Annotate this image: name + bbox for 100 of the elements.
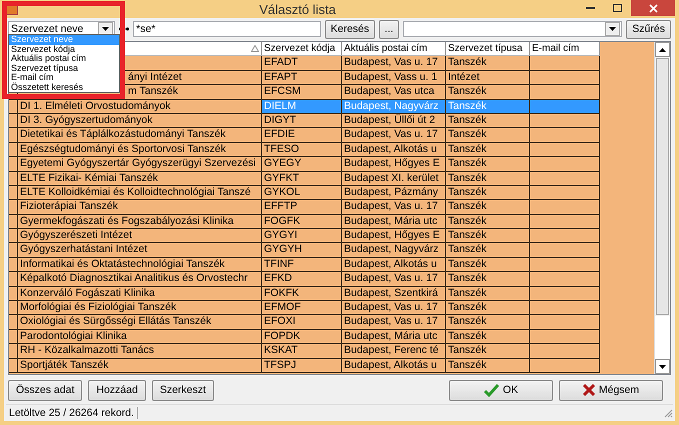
arrow-up-icon[interactable] — [659, 48, 666, 52]
table-cell: Tanszék — [446, 258, 530, 272]
row-header[interactable] — [9, 330, 18, 344]
table-cell: EFMOF — [262, 301, 342, 316]
table-cell: GYGYH — [262, 243, 342, 258]
column-header[interactable]: Aktuális postai cím — [342, 42, 446, 56]
table-cell: Intézet — [446, 70, 530, 86]
search-button[interactable]: Keresés — [324, 20, 376, 38]
table-cell — [530, 214, 600, 230]
row-header[interactable] — [9, 172, 18, 186]
table-cell — [530, 186, 600, 200]
filter-button[interactable]: Szűrés — [626, 20, 671, 38]
table-cell: TFESO — [262, 142, 342, 158]
table-cell: Tanszék — [446, 214, 530, 230]
table-cell: Képalkotó Diagnosztikai Analitikus és Orvostechr — [18, 272, 262, 287]
table-cell: Tanszék — [446, 186, 530, 200]
table-cell: Budapest, Hőgyes E — [342, 229, 446, 244]
table-cell: Gyermekfogászati és Fogszabályozási Klinika — [18, 214, 262, 230]
table-cell: Tanszék — [446, 243, 530, 258]
table-cell: Budapest, Alkotás u — [342, 142, 446, 158]
action-button[interactable]: Összes adat — [8, 380, 82, 400]
dropdown-option[interactable]: Aktuális postai cím — [9, 54, 119, 64]
table-cell: Morfológiai és Fiziológiai Tanszék — [18, 301, 262, 316]
row-header[interactable] — [9, 128, 18, 143]
dropdown-option[interactable]: Szervezet kódja — [9, 44, 119, 54]
table-cell: DI 1. Elméleti Orvostudományok — [18, 100, 262, 114]
cross-icon — [582, 384, 595, 396]
resize-grip-icon — [663, 408, 673, 418]
table-cell: Budapest, Mária utc — [342, 214, 446, 230]
table-cell: ELTE Kolloidkémiai és Kolloidtechnológiai Tanszé — [18, 186, 262, 200]
column-header[interactable]: Szervezet kódja — [262, 42, 342, 56]
ok-button[interactable]: OK — [449, 380, 553, 400]
column-header[interactable]: E-mail cím — [530, 42, 600, 56]
caret-icon — [609, 27, 616, 31]
row-header[interactable] — [9, 258, 18, 272]
table-cell: GYGYI — [262, 229, 342, 244]
table-cell — [530, 315, 600, 330]
table-cell: FOKFK — [262, 286, 342, 302]
table-cell — [530, 157, 600, 172]
table-cell: EFOXI — [262, 315, 342, 330]
table-cell: DI 3. Gyógyszertudományok — [18, 114, 262, 128]
row-header[interactable] — [9, 157, 18, 172]
row-header[interactable] — [9, 186, 18, 200]
row-header[interactable] — [9, 100, 18, 114]
row-header[interactable] — [9, 229, 18, 244]
row-header[interactable] — [9, 142, 18, 158]
browse-button[interactable]: ... — [379, 20, 399, 38]
row-header[interactable] — [9, 114, 18, 128]
table-cell: Budapest, Nagyvárz — [342, 100, 446, 114]
table-cell — [530, 128, 600, 143]
table-cell: Tanszék — [446, 200, 530, 215]
table-cell: Budapest XI. kerület — [342, 172, 446, 186]
row-header[interactable] — [9, 358, 18, 373]
table-cell: Tanszék — [446, 358, 530, 373]
dropdown-option[interactable]: Szervezet típusa — [9, 64, 119, 73]
action-button[interactable]: Hozzáad — [88, 380, 146, 400]
table-cell — [530, 330, 600, 344]
maximize-icon — [612, 4, 622, 12]
close-button[interactable] — [631, 0, 675, 16]
table-cell: Konzerváló Fogászati Klinika — [18, 286, 262, 302]
arrow-down-icon[interactable] — [659, 364, 666, 368]
close-icon — [648, 4, 658, 12]
table-cell — [530, 142, 600, 158]
cancel-button[interactable]: Mégsem — [559, 380, 663, 400]
table-cell: Budapest, Pázmány — [342, 186, 446, 200]
row-header[interactable] — [9, 344, 18, 359]
table-cell — [530, 200, 600, 215]
table-cell: Gyógyszerhatástani Intézet — [18, 243, 262, 258]
table-cell: Budapest, Alkotás u — [342, 258, 446, 272]
checkmark-icon — [484, 384, 499, 396]
table-cell: Budapest, Üllői út 2 — [342, 114, 446, 128]
table-cell — [530, 229, 600, 244]
table-cell: Budapest, Vas u. 17 — [342, 315, 446, 330]
table-cell: Budapest, Vas u. 17 — [342, 272, 446, 287]
table-cell: Budapest, Hőgyes E — [342, 157, 446, 172]
search-field[interactable]: *se* — [133, 21, 321, 37]
scrollbar[interactable] — [654, 42, 670, 374]
table-cell — [530, 172, 600, 186]
table-cell — [530, 100, 600, 114]
table-cell: Tanszék — [446, 286, 530, 302]
row-header[interactable] — [9, 214, 18, 230]
row-header[interactable] — [9, 243, 18, 258]
row-header[interactable] — [9, 286, 18, 302]
row-header[interactable] — [9, 315, 18, 330]
table-cell — [530, 258, 600, 272]
column-header[interactable]: Szervezet típusa — [446, 42, 530, 56]
dots-icon[interactable] — [119, 27, 130, 31]
row-header[interactable] — [9, 301, 18, 316]
table-cell: Fizioterápiai Tanszék — [18, 200, 262, 215]
scroll-thumb[interactable] — [656, 58, 669, 315]
table-cell: Tanszék — [446, 157, 530, 172]
table-cell: FOGFK — [262, 214, 342, 230]
table-cell — [530, 114, 600, 128]
status-text: Letöltve 25 / 26264 rekord. — [6, 407, 138, 419]
row-header[interactable] — [9, 272, 18, 287]
window-title: Választó lista — [258, 2, 337, 16]
table-cell: Sportjáték Tanszék — [18, 358, 262, 373]
row-header[interactable] — [9, 200, 18, 215]
table-cell: Tanszék — [446, 100, 530, 114]
action-button[interactable]: Szerkeszt — [152, 380, 214, 400]
